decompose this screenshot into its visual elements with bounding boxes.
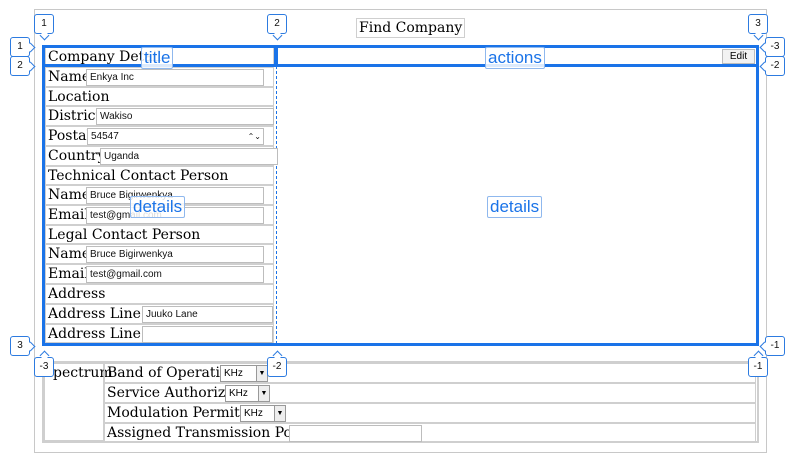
band-of-operation-label: Band of Operation (107, 365, 238, 381)
address-line-1-input[interactable]: Juuko Lane (142, 306, 273, 323)
chevron-down-icon: ▼ (274, 406, 285, 421)
stepper-icon[interactable]: ⌃⌄ (248, 129, 261, 144)
postal-input[interactable]: 54547 ⌃⌄ (87, 128, 264, 145)
district-input[interactable]: Wakiso (96, 108, 274, 125)
location-heading: Location (45, 87, 274, 106)
legal-email-row: Email test@gmail.com (45, 264, 274, 284)
legal-name-row: Name Bruce Bigirwenkya (45, 244, 274, 264)
assigned-transmission-power-label: Assigned Transmission Power (107, 425, 319, 441)
service-unit-select[interactable]: KHz ▼ (225, 385, 270, 402)
marker-left-1: 1 (10, 37, 30, 57)
company-name-row: Name Enkya Inc (45, 67, 274, 87)
details-divider (276, 66, 277, 344)
legal-name-input[interactable]: Bruce Bigirwenkya (86, 246, 264, 263)
country-label: Country (48, 148, 106, 164)
legal-email-label: Email (48, 266, 89, 282)
marker-bottom-m2: -2 (267, 357, 287, 377)
title-tag: title (141, 47, 174, 69)
postal-label: Postal (48, 128, 91, 144)
marker-top-1: 1 (34, 14, 54, 34)
address-line-2-label: Address Line 2 (48, 326, 155, 342)
tech-email-label: Email (48, 207, 89, 223)
actions-tag: actions (485, 47, 545, 69)
modulation-unit-value: KHz (244, 408, 263, 419)
marker-right-m3: -3 (765, 37, 785, 57)
postal-value: 54547 (91, 131, 119, 142)
band-unit-select[interactable]: KHz ▼ (220, 365, 268, 382)
assigned-transmission-power-row: Assigned Transmission Power (104, 423, 756, 443)
tech-name-label: Name (48, 187, 91, 203)
marker-left-3: 3 (10, 336, 30, 356)
marker-top-2: 2 (267, 14, 287, 34)
service-authorized-label: Service Authorized (107, 385, 243, 401)
modulation-unit-select[interactable]: KHz ▼ (240, 405, 286, 422)
country-row: Country Uganda (45, 146, 278, 166)
address-line-2-input[interactable] (142, 326, 273, 343)
address-line-2-row: Address Line 2 (45, 324, 274, 343)
chevron-down-icon: ▼ (256, 366, 267, 381)
page-title: Find Company (356, 18, 466, 38)
legal-name-label: Name (48, 246, 91, 262)
service-authorized-row: Service Authorized KHz ▼ (104, 383, 756, 403)
marker-bottom-m3: -3 (34, 357, 54, 377)
details-tag-left: details (130, 196, 186, 218)
details-tag-right: details (487, 196, 543, 218)
legal-contact-heading: Legal Contact Person (45, 225, 274, 244)
assigned-transmission-power-input[interactable] (289, 425, 422, 442)
marker-right-m2: -2 (765, 56, 785, 76)
marker-left-2: 2 (10, 56, 30, 76)
band-of-operation-row: Band of Operation KHz ▼ (104, 363, 756, 383)
postal-row: Postal 54547 ⌃⌄ (45, 126, 274, 146)
district-label: District (48, 108, 102, 124)
modulation-permitted-row: Modulation Permitted KHz ▼ (104, 403, 756, 423)
address-heading: Address (45, 284, 274, 304)
band-unit-value: KHz (224, 368, 243, 379)
legal-email-input[interactable]: test@gmail.com (86, 266, 264, 283)
country-input[interactable]: Uganda (100, 148, 278, 165)
marker-bottom-m1: -1 (748, 357, 768, 377)
company-name-input[interactable]: Enkya Inc (86, 69, 264, 86)
address-line-1-row: Address Line 1 Juuko Lane (45, 304, 274, 324)
marker-right-m1: -1 (765, 336, 785, 356)
technical-contact-heading: Technical Contact Person (45, 166, 274, 185)
address-line-1-label: Address Line 1 (48, 306, 155, 322)
marker-top-3: 3 (748, 14, 768, 34)
chevron-down-icon: ▼ (258, 386, 269, 401)
company-name-label: Name (48, 69, 91, 85)
service-unit-value: KHz (229, 388, 248, 399)
district-row: District Wakiso (45, 106, 274, 126)
